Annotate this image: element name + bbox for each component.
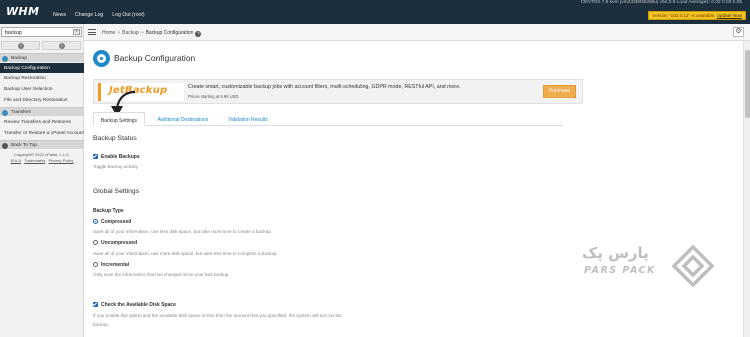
watermark-persian-text: پارس پک — [582, 244, 649, 262]
breadcrumb-separator: » — [140, 30, 144, 36]
radio-unselected-icon — [93, 262, 98, 267]
purchase-button[interactable]: Purchase — [543, 85, 576, 98]
tab-additional-destinations[interactable]: Additional Destinations — [147, 112, 219, 126]
expand-all-button[interactable]: › — [42, 41, 81, 50]
incremental-label: Incremental — [101, 262, 130, 268]
top-nav: News Change Log Log Out (root) — [53, 12, 145, 18]
page-title: Backup Configuration — [114, 53, 196, 63]
gear-icon: ⚙ — [735, 28, 742, 35]
sidebar-item-backup-restoration[interactable]: Backup Restoration — [0, 73, 84, 83]
nav-news[interactable]: News — [53, 12, 66, 18]
page-scrollbar[interactable] — [743, 41, 750, 337]
incremental-hint: Only save the information that has chang… — [93, 272, 230, 277]
update-notice[interactable]: Version "102.0.12" is available. Update … — [648, 11, 746, 20]
server-info: CENTOS 7.9 kvm [vm2335935268u] v94.0.8 L… — [580, 0, 742, 5]
check-disk-space-label: Check the Available Disk Space — [101, 302, 176, 308]
uncompressed-label: Uncompressed — [101, 240, 138, 246]
sidebar-category-backup[interactable]: Backup — [0, 53, 84, 62]
sidebar-search-input[interactable]: backup × — [1, 27, 82, 37]
sidebar-back-to-top[interactable]: Back To Top — [0, 140, 84, 149]
backup-type-incremental-radio[interactable]: Incremental — [93, 262, 129, 268]
whm-logo[interactable]: WHM — [6, 5, 39, 18]
collapse-all-button[interactable]: ‹ — [1, 41, 40, 50]
enable-backups-label: Enable Backups — [101, 154, 140, 160]
nav-logout[interactable]: Log Out (root) — [112, 12, 144, 18]
check-disk-space-hint-continued: backup. — [93, 322, 110, 327]
breadcrumb-home[interactable]: Home — [102, 30, 115, 36]
backup-config-icon — [93, 50, 110, 67]
tab-backup-settings[interactable]: Backup Settings — [93, 112, 145, 126]
footer-link-privacy[interactable]: Privacy Policy — [49, 158, 74, 163]
radio-unselected-icon — [93, 240, 98, 245]
checkbox-checked-icon — [93, 154, 98, 159]
backup-type-compressed-radio[interactable]: Compressed — [93, 219, 131, 225]
settings-gear-button[interactable]: ⚙ — [733, 27, 744, 37]
breadcrumb: Home» Backup» Backup Configuration? — [102, 30, 202, 37]
sidebar-category-label: Back To Top — [11, 143, 37, 148]
uncompressed-hint: Save all of your information, use more d… — [93, 251, 278, 256]
menu-toggle-icon[interactable] — [88, 29, 96, 35]
global-settings-heading: Global Settings — [93, 188, 140, 195]
check-disk-space-checkbox[interactable]: Check the Available Disk Space — [93, 302, 176, 308]
update-notice-text: Version "102.0.12" is available. — [652, 13, 716, 18]
parspack-logo-icon — [671, 244, 715, 288]
help-icon[interactable]: ? — [195, 31, 202, 37]
settings-tabs: Backup Settings Additional Destinations … — [93, 112, 563, 126]
checkbox-checked-icon — [93, 302, 98, 307]
breadcrumb-bar: Home» Backup» Backup Configuration? ⚙ — [84, 24, 750, 41]
nav-change-log[interactable]: Change Log — [75, 12, 103, 18]
top-bar: WHM News Change Log Log Out (root) CENTO… — [0, 0, 750, 24]
backup-category-icon — [2, 55, 8, 62]
compressed-hint: Save all of your information, use less d… — [93, 229, 272, 234]
sidebar: backup × ‹ › Backup Backup Configuration… — [0, 24, 84, 337]
enable-backups-hint: Toggle backup activity. — [93, 164, 139, 169]
sidebar-search-value: backup — [5, 29, 22, 36]
back-to-top-icon — [2, 142, 8, 149]
sidebar-collapse-controls: ‹ › — [1, 40, 82, 51]
footer-link-trademarks[interactable]: Trademarks — [24, 158, 45, 163]
sidebar-category-transfers[interactable]: Transfers — [0, 107, 84, 116]
breadcrumb-backup[interactable]: Backup — [122, 30, 139, 36]
tab-validation-results[interactable]: Validation Results — [220, 112, 276, 126]
enable-backups-checkbox[interactable]: Enable Backups — [93, 154, 140, 160]
expand-icon: › — [59, 43, 65, 49]
sidebar-item-file-directory-restoration[interactable]: File and Directory Restoration — [0, 95, 84, 105]
compressed-label: Compressed — [101, 219, 132, 225]
promo-text: Create smart, customizable backup jobs w… — [188, 84, 461, 90]
collapse-icon: ‹ — [18, 43, 24, 49]
backup-status-heading: Backup Status — [93, 135, 137, 142]
breadcrumb-current: Backup Configuration — [145, 30, 194, 36]
clear-search-button[interactable]: × — [73, 29, 80, 35]
update-now-link[interactable]: Update Now — [717, 13, 742, 18]
sidebar-category-label: Transfers — [11, 110, 32, 115]
transfers-category-icon — [2, 109, 8, 116]
jetbackup-promo-banner: JetBackup Create smart, customizable bac… — [93, 79, 583, 104]
footer-link-eula[interactable]: EULA — [11, 158, 21, 163]
breadcrumb-separator: » — [117, 30, 121, 36]
parspack-watermark: پارس پک PARS PACK — [580, 244, 720, 290]
sidebar-footer: Copyright© 2022 cPanel, L.L.C. EULA Trad… — [0, 152, 84, 164]
sidebar-item-backup-configuration[interactable]: Backup Configuration — [0, 63, 84, 73]
radio-selected-icon — [93, 219, 98, 224]
sidebar-item-review-transfers[interactable]: Review Transfers and Restores — [0, 117, 84, 127]
watermark-english-text: PARS PACK — [584, 265, 656, 276]
promo-price: Prices starting at 5.95 USD — [188, 94, 239, 99]
sidebar-item-backup-user-selection[interactable]: Backup User Selection — [0, 84, 84, 94]
check-disk-space-hint: If you enable this option and the availa… — [93, 313, 342, 318]
backup-type-label: Backup Type — [93, 208, 124, 214]
backup-type-uncompressed-radio[interactable]: Uncompressed — [93, 240, 137, 246]
scrollbar-thumb[interactable] — [745, 50, 750, 118]
sidebar-item-transfer-restore-account[interactable]: Transfer or Restore a cPanel Account — [0, 128, 84, 138]
sidebar-category-label: Backup — [11, 56, 27, 61]
